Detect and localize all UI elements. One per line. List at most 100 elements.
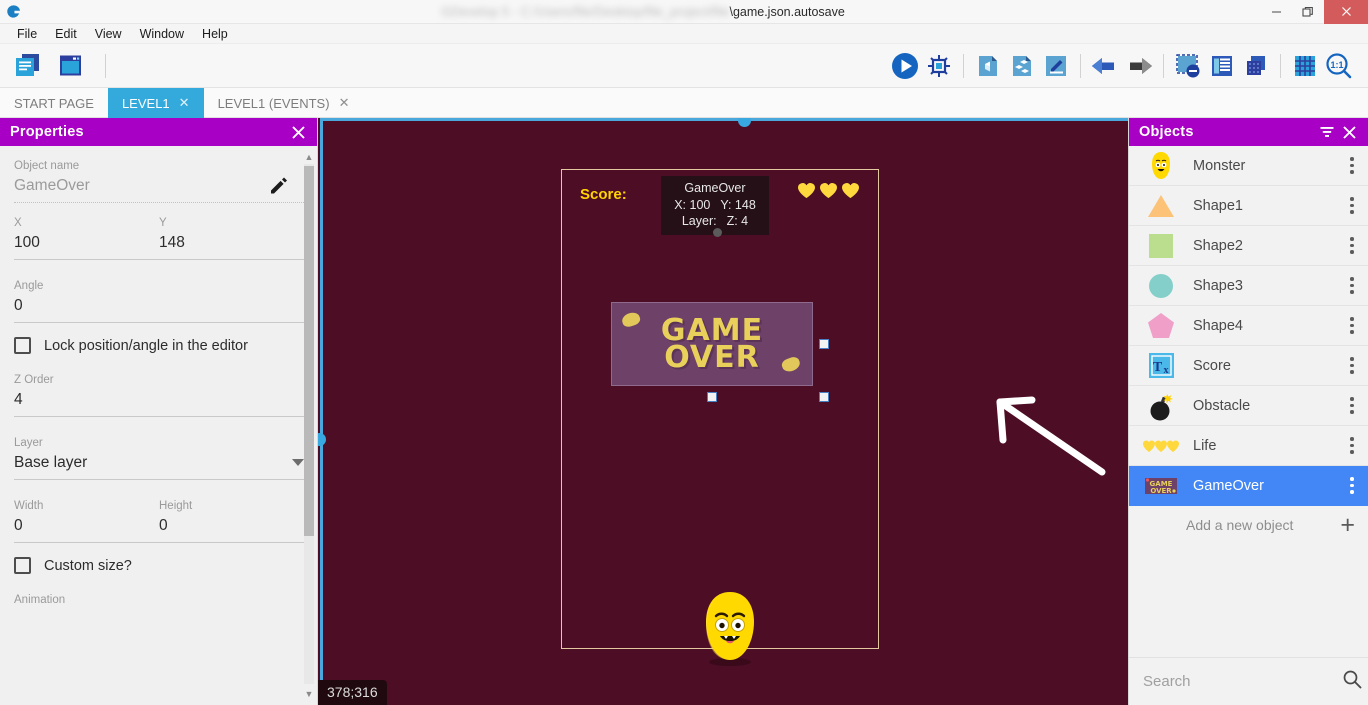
- hearts-thumb-icon: [1139, 429, 1183, 463]
- scrollbar-thumb[interactable]: [304, 166, 314, 536]
- monster-sprite[interactable]: [699, 588, 761, 668]
- layer-field[interactable]: Layer Base layer: [14, 437, 304, 480]
- tab-level1-close-icon[interactable]: ✕: [179, 95, 190, 111]
- menu-file[interactable]: File: [8, 24, 46, 44]
- scene-editor-icon[interactable]: [54, 49, 88, 83]
- angle-value[interactable]: 0: [14, 297, 304, 322]
- menu-bar: File Edit View Window Help: [0, 24, 1368, 44]
- debug-preview-icon[interactable]: [922, 49, 956, 83]
- object-row-life[interactable]: Life: [1129, 426, 1368, 466]
- life-hearts: [797, 182, 860, 199]
- objects-panel-title: Objects: [1139, 124, 1194, 140]
- object-menu-gameover[interactable]: [1341, 477, 1363, 494]
- object-row-shape1[interactable]: Shape1: [1129, 186, 1368, 226]
- confetti-icon: [620, 310, 642, 329]
- undo-icon[interactable]: [1088, 49, 1122, 83]
- layers-icon[interactable]: [1239, 49, 1273, 83]
- selection-handle-right[interactable]: [819, 339, 829, 349]
- filter-icon[interactable]: [1316, 121, 1338, 143]
- custom-size-label: Custom size?: [44, 557, 132, 574]
- object-menu-obstacle[interactable]: [1341, 397, 1363, 414]
- selection-handle-corner[interactable]: [819, 392, 829, 402]
- tab-level1-events-close-icon[interactable]: ✕: [339, 95, 350, 111]
- custom-size-row[interactable]: Custom size?: [14, 557, 304, 574]
- triangle-thumb-icon: [1139, 189, 1183, 223]
- object-row-obstacle[interactable]: Obstacle: [1129, 386, 1368, 426]
- tab-level1-events-label: LEVEL1 (EVENTS): [217, 95, 330, 111]
- project-manager-icon[interactable]: [10, 49, 44, 83]
- height-value[interactable]: 0: [159, 517, 304, 542]
- tab-level1-events[interactable]: LEVEL1 (EVENTS) ✕: [204, 88, 364, 118]
- menu-window[interactable]: Window: [131, 24, 193, 44]
- search-input[interactable]: [1143, 673, 1342, 690]
- tooltip-x: X: 100: [674, 197, 711, 212]
- redo-icon[interactable]: [1122, 49, 1156, 83]
- position-fields: X 100 Y 148: [14, 217, 304, 260]
- object-list-icon[interactable]: [1205, 49, 1239, 83]
- grid-icon[interactable]: [1288, 49, 1322, 83]
- menu-help[interactable]: Help: [193, 24, 237, 44]
- object-menu-shape4[interactable]: [1341, 317, 1363, 334]
- height-label: Height: [159, 500, 193, 512]
- objects-close-icon[interactable]: [1338, 121, 1360, 143]
- deselect-icon[interactable]: [1171, 49, 1205, 83]
- width-value[interactable]: 0: [14, 517, 159, 542]
- add-scene-icon[interactable]: [971, 49, 1005, 83]
- pencil-icon[interactable]: [268, 174, 290, 201]
- properties-close-icon[interactable]: [287, 121, 309, 143]
- tab-start-page[interactable]: START PAGE: [0, 88, 108, 118]
- object-menu-shape3[interactable]: [1341, 277, 1363, 294]
- object-name-field[interactable]: Object name GameOver: [14, 160, 304, 203]
- canvas-top-handle[interactable]: [738, 118, 751, 127]
- lock-position-row[interactable]: Lock position/angle in the editor: [14, 337, 304, 354]
- search-icon[interactable]: [1342, 669, 1362, 694]
- objects-search-bar[interactable]: [1129, 657, 1368, 705]
- object-menu-shape1[interactable]: [1341, 197, 1363, 214]
- properties-scrollbar[interactable]: ▲ ▼: [304, 150, 314, 701]
- tab-level1[interactable]: LEVEL1 ✕: [107, 88, 204, 118]
- x-value[interactable]: 100: [14, 234, 159, 259]
- object-row-gameover[interactable]: GAME OVER GameOver: [1129, 466, 1368, 506]
- zoom-reset-icon[interactable]: 1:1: [1322, 49, 1356, 83]
- object-menu-life[interactable]: [1341, 437, 1363, 454]
- object-row-monster[interactable]: Monster: [1129, 146, 1368, 186]
- object-menu-monster[interactable]: [1341, 157, 1363, 174]
- object-row-shape2[interactable]: Shape2: [1129, 226, 1368, 266]
- preview-play-icon[interactable]: [888, 49, 922, 83]
- tooltip-layer: Layer:: [681, 214, 717, 228]
- gameover-sprite[interactable]: GAME OVER: [611, 302, 813, 386]
- object-menu-shape2[interactable]: [1341, 237, 1363, 254]
- heart-icon: [798, 183, 815, 199]
- add-new-object-row[interactable]: Add a new object +: [1129, 506, 1368, 544]
- object-row-shape3[interactable]: Shape3: [1129, 266, 1368, 306]
- custom-size-checkbox[interactable]: [14, 557, 31, 574]
- canvas-left-handle[interactable]: [318, 433, 326, 446]
- scroll-up-icon[interactable]: ▲: [304, 150, 314, 164]
- tooltip-object-name: GameOver: [684, 181, 746, 195]
- menu-edit[interactable]: Edit: [46, 24, 86, 44]
- menu-view[interactable]: View: [86, 24, 131, 44]
- object-menu-score[interactable]: [1341, 357, 1363, 374]
- scroll-down-icon[interactable]: ▼: [304, 687, 314, 701]
- object-name-value[interactable]: GameOver: [14, 177, 304, 203]
- selection-handle-bottom[interactable]: [707, 392, 717, 402]
- object-row-shape4[interactable]: Shape4: [1129, 306, 1368, 346]
- zorder-value[interactable]: 4: [14, 391, 304, 416]
- edit-properties-icon[interactable]: [1039, 49, 1073, 83]
- objects-panel: Objects Monster Shape1 Shape2 Shape3 Sha…: [1128, 118, 1368, 705]
- size-fields: Width 0 Height 0: [14, 500, 304, 543]
- animation-field: Animation: [14, 594, 304, 606]
- object-row-score[interactable]: T x Score: [1129, 346, 1368, 386]
- gdevelop-logo-icon: [0, 0, 26, 24]
- close-button[interactable]: [1324, 0, 1368, 24]
- add-object-icon[interactable]: [1005, 49, 1039, 83]
- add-new-object-label: Add a new object: [1185, 517, 1294, 533]
- y-value[interactable]: 148: [159, 234, 304, 259]
- chevron-down-icon[interactable]: [292, 459, 304, 466]
- lock-position-checkbox[interactable]: [14, 337, 31, 354]
- restore-button[interactable]: [1292, 0, 1324, 24]
- scene-canvas[interactable]: Score: GAME OVER GameOver X: 100 Y: 148 …: [318, 118, 1128, 705]
- plus-icon[interactable]: +: [1340, 512, 1359, 538]
- minimize-button[interactable]: [1260, 0, 1292, 24]
- object-origin-point: [713, 228, 722, 237]
